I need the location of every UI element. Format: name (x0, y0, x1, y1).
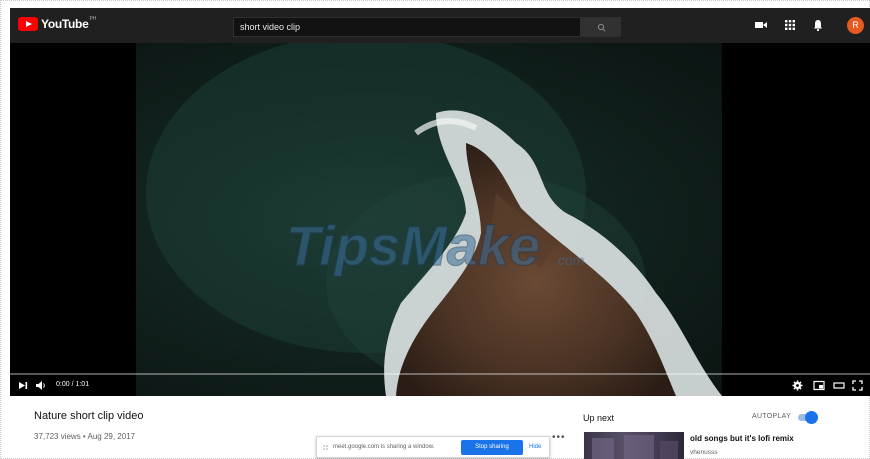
theater-icon[interactable] (833, 380, 845, 391)
settings-icon[interactable] (792, 380, 803, 391)
video-meta: 37,723 views • Aug 29, 2017 (34, 432, 136, 441)
notifications-button[interactable] (811, 18, 825, 32)
autoplay-toggle[interactable] (805, 411, 818, 424)
more-actions-button[interactable]: ••• (552, 432, 566, 443)
youtube-logo[interactable]: YouTube PH (18, 16, 97, 31)
youtube-play-icon (18, 17, 38, 31)
time-display: 0:00 / 1:01 (56, 381, 90, 388)
watermark-text: TipsMake (286, 214, 540, 277)
screen-sharing-bar: meet.google.com is sharing a window. Sto… (316, 436, 550, 458)
logo-superscript: PH (89, 16, 97, 22)
autoplay-label: AUTOPLAY (752, 413, 792, 420)
create-video-button[interactable] (754, 18, 768, 32)
next-icon[interactable] (18, 380, 29, 391)
progress-bar[interactable] (10, 373, 870, 375)
masthead: YouTube PH short video clip R (10, 8, 870, 43)
thumbnail-artwork (592, 435, 678, 459)
up-next-heading: Up next (583, 413, 615, 423)
search-icon (597, 23, 606, 32)
video-frame: TipsMake .com (136, 43, 722, 396)
watermark-suffix: .com (554, 252, 585, 268)
drag-handle-icon[interactable] (322, 444, 330, 452)
avatar[interactable]: R (847, 17, 864, 34)
apps-grid-icon (785, 20, 795, 30)
volume-icon[interactable] (35, 380, 47, 391)
hide-button[interactable]: Hide (529, 444, 541, 450)
video-title: Nature short clip video (34, 410, 144, 422)
logo-text: YouTube (41, 17, 89, 31)
video-camera-icon (755, 22, 767, 28)
bell-icon (814, 20, 822, 32)
video-player[interactable]: TipsMake .com 0:00 / 1:01 (10, 43, 870, 396)
stop-sharing-button[interactable]: Stop sharing (461, 440, 523, 455)
sharing-message: meet.google.com is sharing a window. (333, 444, 435, 450)
search-input[interactable]: short video clip (233, 17, 581, 37)
search-button[interactable] (581, 17, 621, 37)
apps-button[interactable] (783, 18, 797, 32)
recommendation-channel[interactable]: vhenusss (690, 449, 717, 456)
miniplayer-icon[interactable] (813, 380, 825, 391)
fullscreen-icon[interactable] (852, 380, 863, 391)
recommendation-thumbnail[interactable] (584, 432, 684, 459)
player-controls: 0:00 / 1:01 (10, 379, 870, 393)
video-scene-artwork: TipsMake .com (146, 43, 722, 396)
recommendation-title[interactable]: old songs but it's lofi remix (690, 434, 794, 443)
